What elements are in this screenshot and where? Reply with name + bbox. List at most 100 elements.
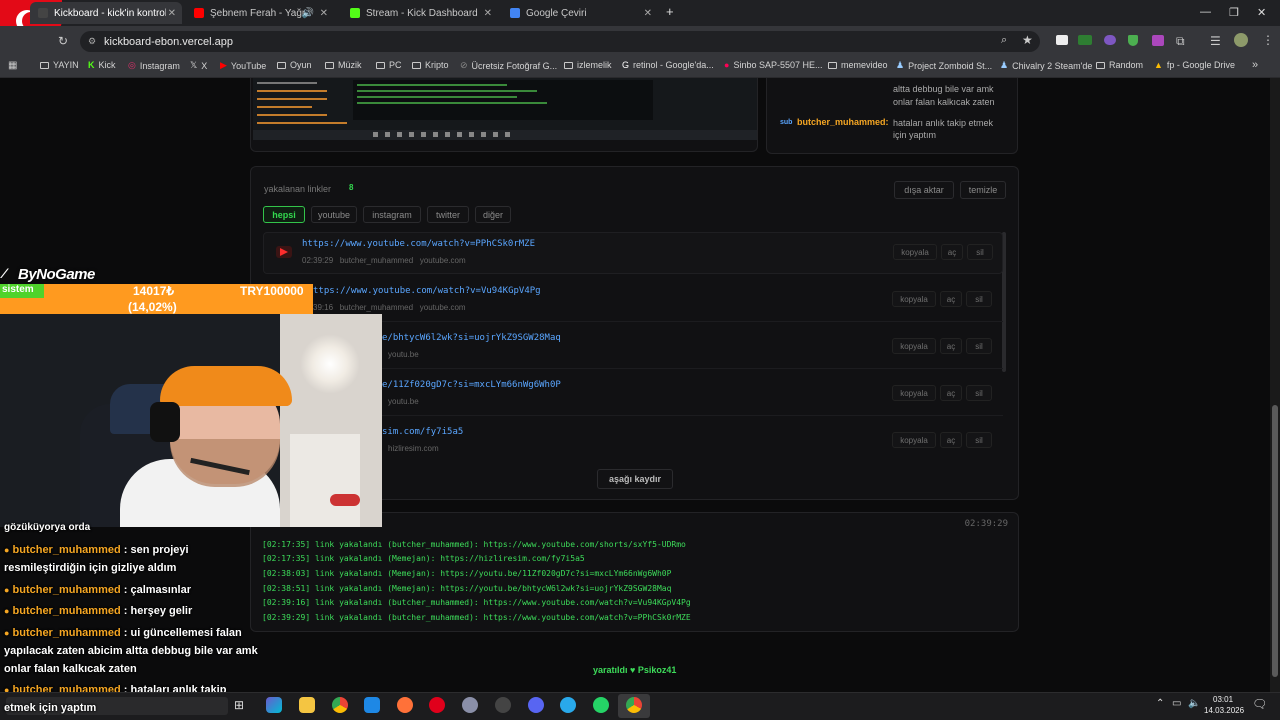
clock-date[interactable]: 14.03.2026 [1204, 706, 1244, 715]
copy-button[interactable]: kopyala [892, 291, 936, 307]
close-icon[interactable]: ✕ [320, 8, 328, 19]
export-button[interactable]: dışa aktar [894, 181, 954, 199]
link-url[interactable]: https://www.youtube.com/watch?v=PPhCSk0r… [302, 239, 535, 249]
extension-icon[interactable] [1152, 35, 1164, 46]
close-icon[interactable]: ✕ [484, 8, 492, 19]
bookmark-chivalry[interactable]: ♟ Chivalry 2 Steam'de [1000, 60, 1092, 71]
firefox-icon[interactable] [397, 697, 413, 713]
menu-icon[interactable]: ☰ [1210, 34, 1221, 48]
link-url[interactable]: e/11Zf020gD7c?si=mxcLYm66nWg6Wh0P [382, 380, 561, 390]
bookmark-sinbo[interactable]: ● Sinbo SAP-5507 HE... [724, 60, 823, 70]
clear-button[interactable]: temizle [960, 181, 1006, 199]
mail-icon[interactable] [364, 697, 380, 713]
opera-icon[interactable] [429, 697, 445, 713]
filter-other[interactable]: diğer [475, 206, 511, 223]
bookmark-retinol[interactable]: Gretinol - Google'da... [622, 60, 714, 70]
tab-kick-dashboard[interactable]: Stream - Kick Dashboard ✕ [342, 2, 498, 24]
delete-button[interactable]: sil [966, 291, 992, 307]
copy-button[interactable]: kopyala [892, 432, 936, 448]
delete-button[interactable]: sil [966, 432, 992, 448]
link-url[interactable]: e/bhtycW6l2wk?si=uojrYkZ9SGW28Maq [382, 333, 561, 343]
bookmark-instagram[interactable]: ◎ Instagram [128, 60, 180, 71]
bookmark-kripto[interactable]: Kripto [412, 60, 449, 70]
link-url[interactable]: ttps://www.youtube.com/watch?v=Vu94KGpV4… [313, 286, 541, 296]
delete-button[interactable]: sil [966, 338, 992, 354]
bookmark-oyun[interactable]: Oyun [277, 60, 312, 70]
page-scrollbar-thumb[interactable] [1272, 405, 1278, 677]
copy-button[interactable]: kopyala [892, 338, 936, 354]
restore-button[interactable]: ❐ [1229, 6, 1239, 19]
bookmark-random[interactable]: Random [1096, 60, 1143, 70]
bookmark-youtube[interactable]: ▶ YouTube [220, 60, 266, 71]
chat-message: etmek için yaptım [4, 702, 97, 714]
link-time: 39:16 [313, 303, 334, 312]
bookmark-muzik[interactable]: Müzik [325, 60, 362, 70]
bookmark-fp-drive[interactable]: ▲ fp - Google Drive [1154, 60, 1235, 70]
new-tab-button[interactable]: + [666, 4, 674, 19]
copy-button[interactable]: kopyala [893, 244, 937, 260]
notification-icon[interactable]: 🗨 [1252, 697, 1267, 711]
extension-icon[interactable] [1056, 35, 1068, 45]
chrome-icon[interactable] [332, 697, 348, 713]
minimize-button[interactable]: — [1200, 6, 1211, 18]
speaker-icon[interactable]: 🔊 [302, 8, 314, 19]
bookmark-izlemelik[interactable]: izlemelik [564, 60, 612, 70]
bookmark-yayin[interactable]: YAYIN [40, 60, 79, 70]
close-icon[interactable]: ✕ [168, 8, 176, 19]
bookmark-star-icon[interactable]: ★ [1022, 33, 1033, 47]
volume-icon[interactable]: 🔈 [1188, 698, 1200, 709]
open-button[interactable]: aç [940, 432, 962, 448]
copy-button[interactable]: kopyala [892, 385, 936, 401]
filter-twitter[interactable]: twitter [427, 206, 469, 223]
zoom-search-icon[interactable]: ⌕ [1001, 34, 1007, 47]
open-button[interactable]: aç [940, 385, 962, 401]
delete-button[interactable]: sil [966, 385, 992, 401]
close-icon[interactable]: ✕ [644, 8, 652, 19]
copilot-icon[interactable] [266, 697, 282, 713]
tab-kickboard[interactable]: Kickboard - kick'in kontrol pan✕ [30, 2, 182, 24]
bookmark-kick[interactable]: K Kick [88, 60, 116, 70]
filter-instagram[interactable]: instagram [363, 206, 421, 223]
network-icon[interactable]: ▭ [1172, 698, 1181, 709]
bookmark-x[interactable]: 𝕏X [190, 60, 207, 71]
scroll-down-button[interactable]: aşağı kaydır [597, 469, 673, 489]
url-input[interactable]: ⚙ kickboard-ebon.vercel.app [80, 31, 1040, 52]
whatsapp-icon[interactable] [593, 697, 609, 713]
preview-thumbnail [253, 78, 757, 140]
chrome-icon[interactable] [626, 697, 642, 713]
shield-icon[interactable] [1128, 35, 1138, 46]
filter-all[interactable]: hepsi [263, 206, 305, 223]
avatar[interactable] [1234, 33, 1248, 47]
file-explorer-icon[interactable] [299, 697, 315, 713]
delete-button[interactable]: sil [967, 244, 993, 260]
reload-icon[interactable]: ↻ [58, 34, 68, 48]
stream-chat: gözüküyorya orda ● butcher_muhammed : se… [0, 520, 275, 716]
discord-icon[interactable] [528, 697, 544, 713]
apps-grid-icon[interactable]: ▦ [8, 60, 17, 71]
tray-chevron-icon[interactable]: ⌃ [1156, 698, 1164, 709]
open-button[interactable]: aç [941, 244, 963, 260]
site-info-icon[interactable]: ⚙ [88, 36, 96, 47]
extension-icon[interactable] [1078, 35, 1092, 45]
link-url[interactable]: sim.com/fy7i5a5 [382, 427, 463, 437]
filter-youtube[interactable]: youtube [311, 206, 357, 223]
clock-time[interactable]: 03:01 [1213, 695, 1233, 704]
bookmark-project-zomboid[interactable]: ♟ Project Zomboid St... [896, 60, 992, 71]
tab-sebnem-ferah[interactable]: Şebnem Ferah - Yağmurlar🔊✕ [186, 2, 334, 24]
obs-icon[interactable] [495, 697, 511, 713]
app-icon[interactable] [462, 697, 478, 713]
open-button[interactable]: aç [940, 338, 962, 354]
extension-icon[interactable] [1104, 35, 1116, 45]
tab-google-ceviri[interactable]: Google Çeviri ✕ [502, 2, 658, 24]
puzzle-icon[interactable]: ⧉ [1176, 34, 1185, 49]
telegram-icon[interactable] [560, 697, 576, 713]
close-window-button[interactable]: ✕ [1257, 6, 1266, 19]
chat-message: gözüküyorya orda [4, 522, 91, 533]
more-bookmarks-icon[interactable]: » [1252, 59, 1258, 71]
bookmark-memevideo[interactable]: memevideo [828, 60, 888, 70]
task-view-icon[interactable]: ⊞ [234, 698, 244, 712]
open-button[interactable]: aç [940, 291, 962, 307]
bookmark-ucretsiz-fotograf[interactable]: ⊘ Ücretsiz Fotoğraf G... [460, 60, 557, 71]
bookmark-pc[interactable]: PC [376, 60, 402, 70]
kebab-menu-icon[interactable]: ⋮ [1262, 33, 1274, 47]
